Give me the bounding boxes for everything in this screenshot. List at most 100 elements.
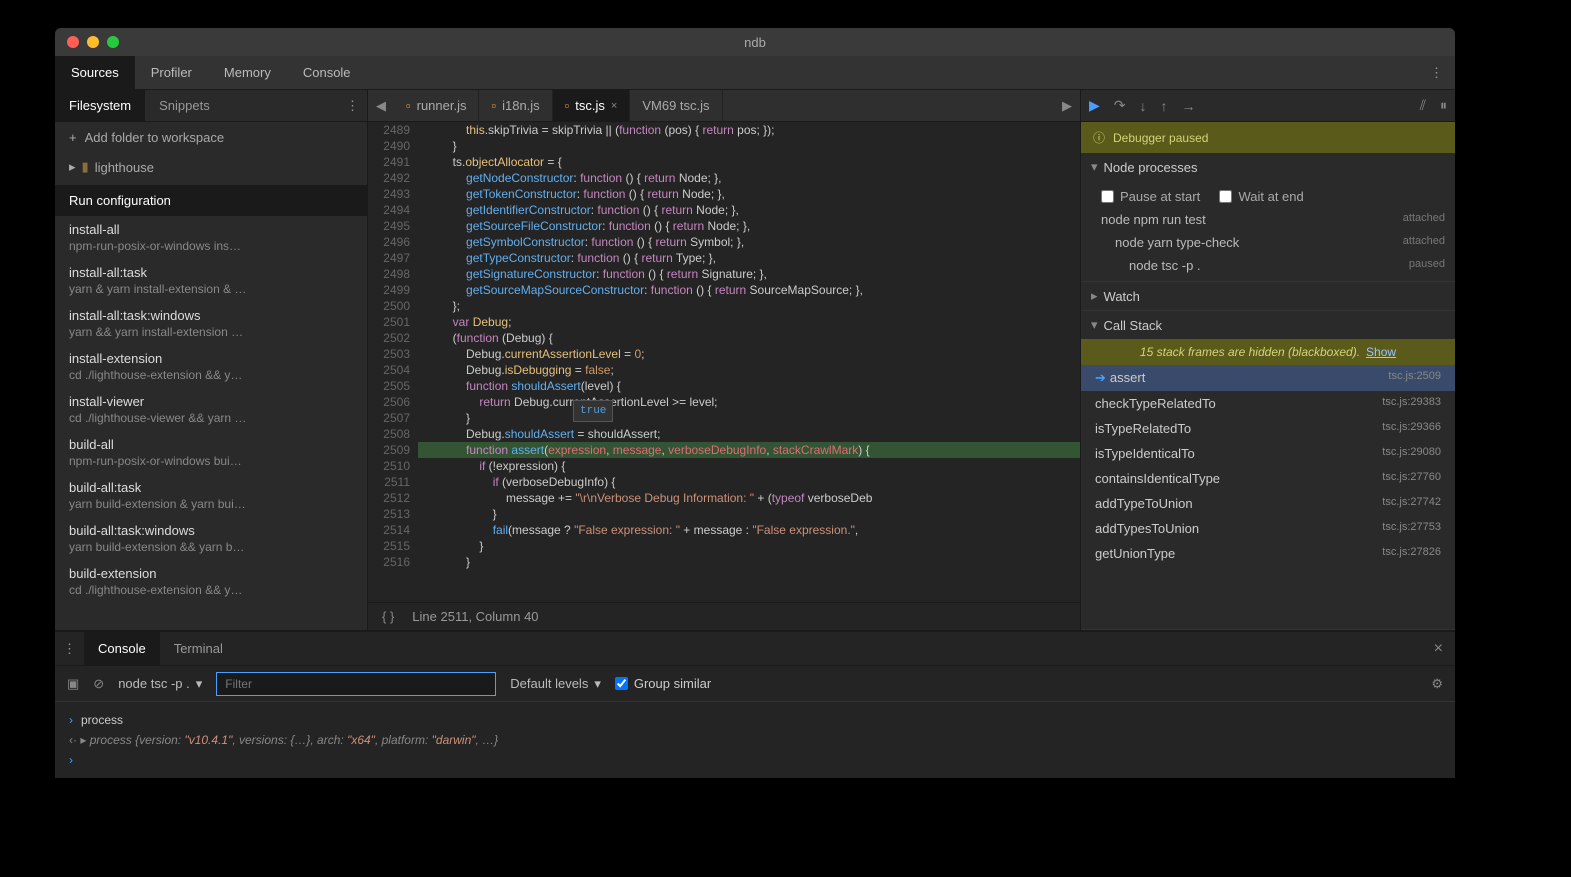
clear-console-icon[interactable]: ⊘ <box>93 676 104 692</box>
nav-forward-icon[interactable]: ▶ <box>1054 98 1080 114</box>
step-icon[interactable]: → <box>1182 98 1196 114</box>
add-folder-button[interactable]: + Add folder to workspace <box>55 122 367 153</box>
code-line[interactable]: getSymbolConstructor: function () { retu… <box>418 234 1080 250</box>
editor-tab[interactable]: ▫ tsc.js × <box>553 90 631 121</box>
resume-icon[interactable]: ▶ <box>1089 97 1100 114</box>
stack-frame[interactable]: ➔asserttsc.js:2509 <box>1081 365 1455 391</box>
show-console-icon[interactable]: ▣ <box>67 676 79 692</box>
run-item[interactable]: install-extensioncd ./lighthouse-extensi… <box>55 345 367 388</box>
code-line[interactable]: getIdentifierConstructor: function () { … <box>418 202 1080 218</box>
code-line[interactable]: fail(message ? "False expression: " + me… <box>418 522 1080 538</box>
console-tab-terminal[interactable]: Terminal <box>160 632 237 665</box>
step-into-icon[interactable]: ↓ <box>1140 98 1147 114</box>
code-line[interactable]: } <box>418 554 1080 570</box>
close-window-icon[interactable] <box>67 36 79 48</box>
output-icon: ‹· <box>69 733 77 747</box>
code-line[interactable]: function assert(expression, message, ver… <box>418 442 1080 458</box>
cursor-position: Line 2511, Column 40 <box>412 609 538 624</box>
code-line[interactable]: (function (Debug) { <box>418 330 1080 346</box>
process-item[interactable]: node npm run testattached <box>1081 208 1455 231</box>
run-item[interactable]: build-extensioncd ./lighthouse-extension… <box>55 560 367 603</box>
stack-frame[interactable]: containsIdenticalTypetsc.js:27760 <box>1081 466 1455 491</box>
console-output-value[interactable]: {version: "v10.4.1", versions: {…}, arch… <box>135 733 498 747</box>
code-line[interactable]: } <box>418 410 1080 426</box>
group-similar-checkbox[interactable] <box>615 677 628 690</box>
code-line[interactable]: getTokenConstructor: function () { retur… <box>418 186 1080 202</box>
code-line[interactable]: } <box>418 506 1080 522</box>
zoom-window-icon[interactable] <box>107 36 119 48</box>
run-item[interactable]: build-all:task:windowsyarn build-extensi… <box>55 517 367 560</box>
tab-console[interactable]: Console <box>287 56 367 89</box>
show-blackbox-link[interactable]: Show <box>1366 345 1396 359</box>
stack-frame[interactable]: addTypesToUniontsc.js:27753 <box>1081 516 1455 541</box>
sidebar-tab-snippets[interactable]: Snippets <box>145 90 224 121</box>
code-line[interactable]: getSignatureConstructor: function () { r… <box>418 266 1080 282</box>
more-icon[interactable]: ⋮ <box>1430 65 1443 81</box>
code-line[interactable]: } <box>418 538 1080 554</box>
deactivate-breakpoints-icon[interactable]: ⫽ <box>1420 97 1426 114</box>
run-item[interactable]: install-all:task:windowsyarn && yarn ins… <box>55 302 367 345</box>
editor-tab[interactable]: ▫ runner.js <box>394 90 479 121</box>
process-item[interactable]: node yarn type-checkattached <box>1081 231 1455 254</box>
code-line[interactable]: Debug.isDebugging = false; <box>418 362 1080 378</box>
process-item[interactable]: node tsc -p .paused <box>1081 254 1455 277</box>
code-line[interactable]: getSourceMapSourceConstructor: function … <box>418 282 1080 298</box>
step-over-icon[interactable]: ↷ <box>1114 97 1126 114</box>
format-icon[interactable]: { } <box>382 609 394 624</box>
code-line[interactable]: Debug.shouldAssert = shouldAssert; <box>418 426 1080 442</box>
call-stack-header[interactable]: Call Stack <box>1081 311 1455 339</box>
code-line[interactable]: if (verboseDebugInfo) { <box>418 474 1080 490</box>
code-line[interactable]: return Debug.currentAssertionLevel >= le… <box>418 394 1080 410</box>
code-line[interactable]: getTypeConstructor: function () { return… <box>418 250 1080 266</box>
run-item[interactable]: build-allnpm-run-posix-or-windows bui… <box>55 431 367 474</box>
editor-tab[interactable]: ▫ i18n.js <box>479 90 552 121</box>
settings-icon[interactable]: ⚙ <box>1431 676 1443 692</box>
tab-profiler[interactable]: Profiler <box>135 56 208 89</box>
code-line[interactable]: var Debug; <box>418 314 1080 330</box>
stack-frame[interactable]: addTypeToUniontsc.js:27742 <box>1081 491 1455 516</box>
sidebar-more-icon[interactable]: ⋮ <box>346 98 359 114</box>
node-processes-header[interactable]: Node processes <box>1081 153 1455 181</box>
debugger-paused-banner: ⓘ Debugger paused <box>1081 122 1455 153</box>
stack-frame[interactable]: isTypeIdenticalTotsc.js:29080 <box>1081 441 1455 466</box>
code-line[interactable]: getSourceFileConstructor: function () { … <box>418 218 1080 234</box>
wait-at-end-checkbox[interactable] <box>1219 190 1232 203</box>
code-line[interactable]: Debug.currentAssertionLevel = 0; <box>418 346 1080 362</box>
code-line[interactable]: if (!expression) { <box>418 458 1080 474</box>
add-folder-label: Add folder to workspace <box>85 130 224 145</box>
minimize-window-icon[interactable] <box>87 36 99 48</box>
console-more-icon[interactable]: ⋮ <box>63 641 76 657</box>
code-line[interactable]: } <box>418 138 1080 154</box>
close-drawer-icon[interactable]: × <box>1434 640 1443 658</box>
pause-exceptions-icon[interactable]: ⏸ <box>1440 97 1447 114</box>
run-item[interactable]: install-viewercd ./lighthouse-viewer && … <box>55 388 367 431</box>
levels-dropdown[interactable]: Default levels ▾ <box>510 676 601 692</box>
code-line[interactable]: this.skipTrivia = skipTrivia || (functio… <box>418 122 1080 138</box>
run-item[interactable]: build-all:taskyarn build-extension & yar… <box>55 474 367 517</box>
tree-item[interactable]: ▸ ▮ lighthouse <box>55 153 367 181</box>
close-tab-icon[interactable]: × <box>611 100 617 112</box>
run-item[interactable]: install-all:taskyarn & yarn install-exte… <box>55 259 367 302</box>
step-out-icon[interactable]: ↑ <box>1161 98 1168 114</box>
sidebar-tab-filesystem[interactable]: Filesystem <box>55 90 145 121</box>
code-line[interactable]: function shouldAssert(level) { <box>418 378 1080 394</box>
stack-frame[interactable]: isTypeRelatedTotsc.js:29366 <box>1081 416 1455 441</box>
code-line[interactable]: ts.objectAllocator = { <box>418 154 1080 170</box>
watch-header[interactable]: Watch <box>1081 282 1455 310</box>
console-tab-console[interactable]: Console <box>84 632 160 665</box>
tab-memory[interactable]: Memory <box>208 56 287 89</box>
filter-input[interactable] <box>216 672 496 696</box>
stack-frame[interactable]: checkTypeRelatedTotsc.js:29383 <box>1081 391 1455 416</box>
run-item[interactable]: install-allnpm-run-posix-or-windows ins… <box>55 216 367 259</box>
context-dropdown[interactable]: node tsc -p . ▾ <box>118 676 202 692</box>
nav-back-icon[interactable]: ◀ <box>368 98 394 114</box>
pause-at-start-checkbox[interactable] <box>1101 190 1114 203</box>
code-line[interactable]: getNodeConstructor: function () { return… <box>418 170 1080 186</box>
stack-frame[interactable]: getUnionTypetsc.js:27826 <box>1081 541 1455 566</box>
expand-icon[interactable]: ▸ <box>80 733 86 747</box>
prompt-icon[interactable]: › <box>69 753 73 767</box>
code-line[interactable]: message += "\r\nVerbose Debug Informatio… <box>418 490 1080 506</box>
editor-tab[interactable]: VM69 tsc.js <box>630 90 722 121</box>
code-line[interactable]: }; <box>418 298 1080 314</box>
tab-sources[interactable]: Sources <box>55 56 135 89</box>
